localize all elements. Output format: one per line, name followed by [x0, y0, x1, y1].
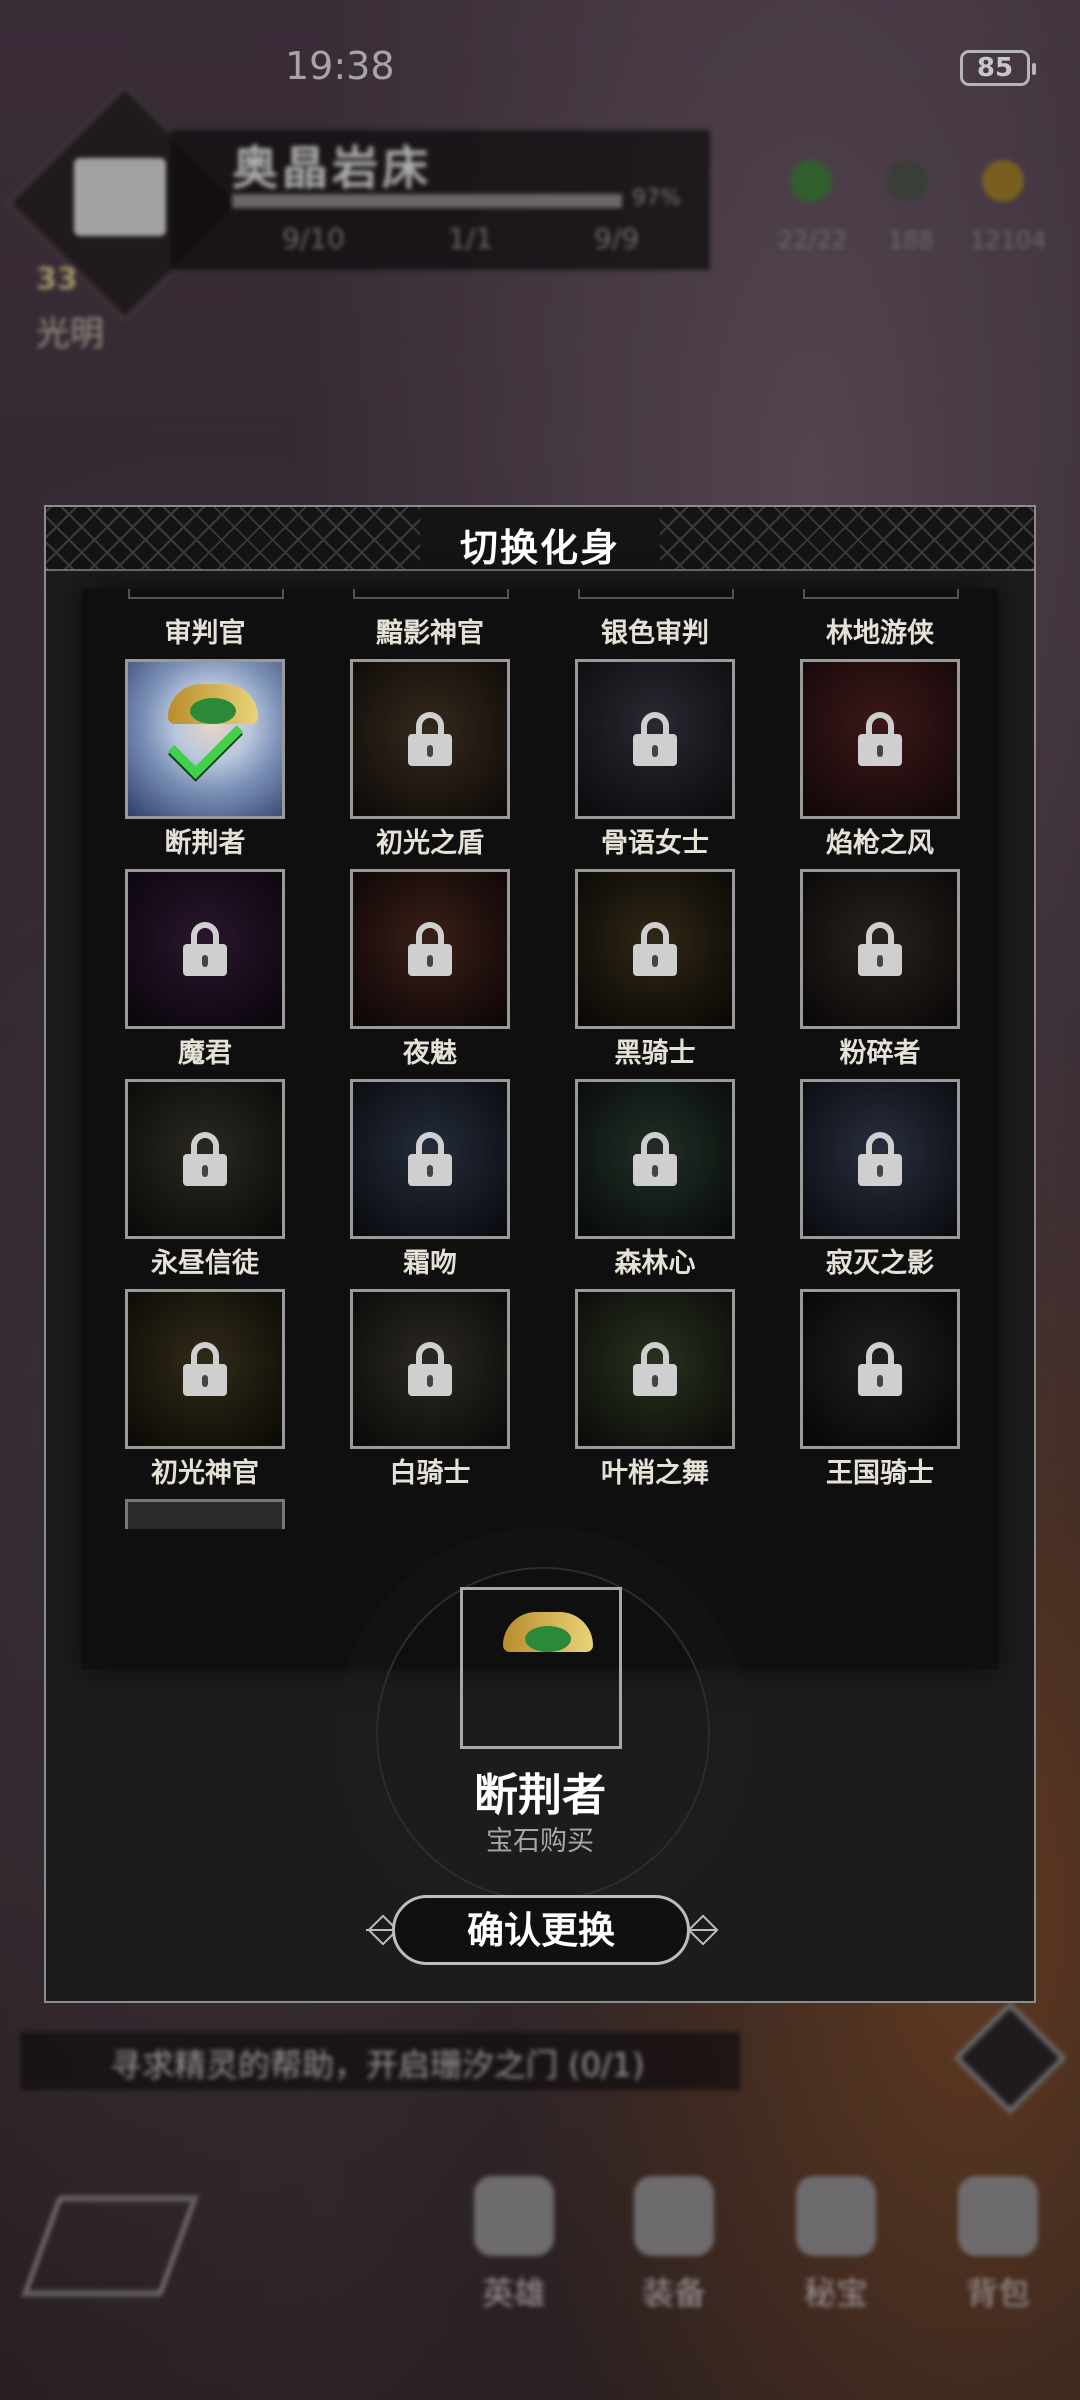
- avatar-label: 霜吻: [403, 1248, 457, 1279]
- lock-icon: [633, 712, 677, 766]
- confirm-change-button[interactable]: 确认更换: [392, 1895, 690, 1965]
- avatar-tile-locked[interactable]: [575, 1289, 735, 1449]
- dialog-header: 切换化身: [46, 507, 1034, 571]
- avatar-tile-locked[interactable]: [800, 869, 960, 1029]
- avatar-label: 夜魅: [403, 1038, 457, 1069]
- avatar-tile-locked[interactable]: [125, 1079, 285, 1239]
- lock-icon: [633, 1132, 677, 1186]
- selected-avatar-source: 宝石购买: [486, 1826, 594, 1857]
- avatar-tile-locked[interactable]: [350, 869, 510, 1029]
- avatar-tile-locked[interactable]: [800, 1079, 960, 1239]
- lock-icon: [408, 1342, 452, 1396]
- dialog-title: 切换化身: [459, 525, 620, 570]
- avatar-tile-partial[interactable]: [125, 1499, 285, 1529]
- avatar-tile-locked[interactable]: [575, 659, 735, 819]
- avatar-grid[interactable]: 审判官 黯影神官 银色审判 林地游侠 断荆者 初光之盾 骨语女士 焰枪之风 魔君…: [82, 589, 998, 1669]
- avatar-label: 寂灭之影: [826, 1248, 934, 1279]
- lock-icon: [858, 712, 902, 766]
- avatar-label: 断荆者: [164, 828, 246, 859]
- lock-icon: [183, 1132, 227, 1186]
- switch-avatar-dialog: 切换化身 审判官 黯影神官 银色审判 林地游侠 断荆者 初光之盾 骨语女士 焰枪…: [44, 505, 1036, 2003]
- selected-avatar-portrait: [460, 1587, 622, 1749]
- lock-icon: [408, 712, 452, 766]
- avatar-label: 初光之盾: [376, 828, 484, 859]
- avatar-label: 骨语女士: [601, 828, 709, 859]
- avatar-label: 白骑士: [389, 1458, 471, 1489]
- avatar-label: 黯影神官: [376, 618, 484, 649]
- avatar-tile-locked[interactable]: [350, 1289, 510, 1449]
- lock-icon: [858, 1342, 902, 1396]
- selected-avatar-name: 断荆者: [474, 1770, 606, 1821]
- avatar-label: 叶梢之舞: [601, 1458, 709, 1489]
- avatar-label: 森林心: [614, 1248, 696, 1279]
- avatar-tile-locked[interactable]: [800, 1289, 960, 1449]
- lock-icon: [858, 1132, 902, 1186]
- avatar-label: 永昼信徒: [151, 1248, 259, 1279]
- avatar-tile-locked[interactable]: [350, 659, 510, 819]
- avatar-tile-locked[interactable]: [800, 659, 960, 819]
- avatar-tile-selected[interactable]: [125, 659, 285, 819]
- lock-icon: [408, 1132, 452, 1186]
- lock-icon: [633, 922, 677, 976]
- lock-icon: [183, 1342, 227, 1396]
- avatar-label: 林地游侠: [826, 618, 934, 649]
- lock-icon: [183, 922, 227, 976]
- avatar-label: 粉碎者: [839, 1038, 921, 1069]
- avatar-label: 黑骑士: [614, 1038, 696, 1069]
- avatar-label: 初光神官: [151, 1458, 259, 1489]
- avatar-tile-locked[interactable]: [350, 1079, 510, 1239]
- avatar-tile-locked[interactable]: [125, 869, 285, 1029]
- avatar-label: 焰枪之风: [826, 828, 934, 859]
- avatar-label: 王国骑士: [826, 1458, 934, 1489]
- avatar-label: 银色审判: [601, 618, 709, 649]
- diamond-ornament-icon: [687, 1914, 719, 1946]
- avatar-tile-locked[interactable]: [125, 1289, 285, 1449]
- avatar-label: 审判官: [164, 618, 246, 649]
- lock-icon: [633, 1342, 677, 1396]
- lock-icon: [858, 922, 902, 976]
- avatar-tile-locked[interactable]: [575, 1079, 735, 1239]
- avatar-tile-locked[interactable]: [575, 869, 735, 1029]
- lock-icon: [408, 922, 452, 976]
- avatar-label: 魔君: [178, 1038, 232, 1069]
